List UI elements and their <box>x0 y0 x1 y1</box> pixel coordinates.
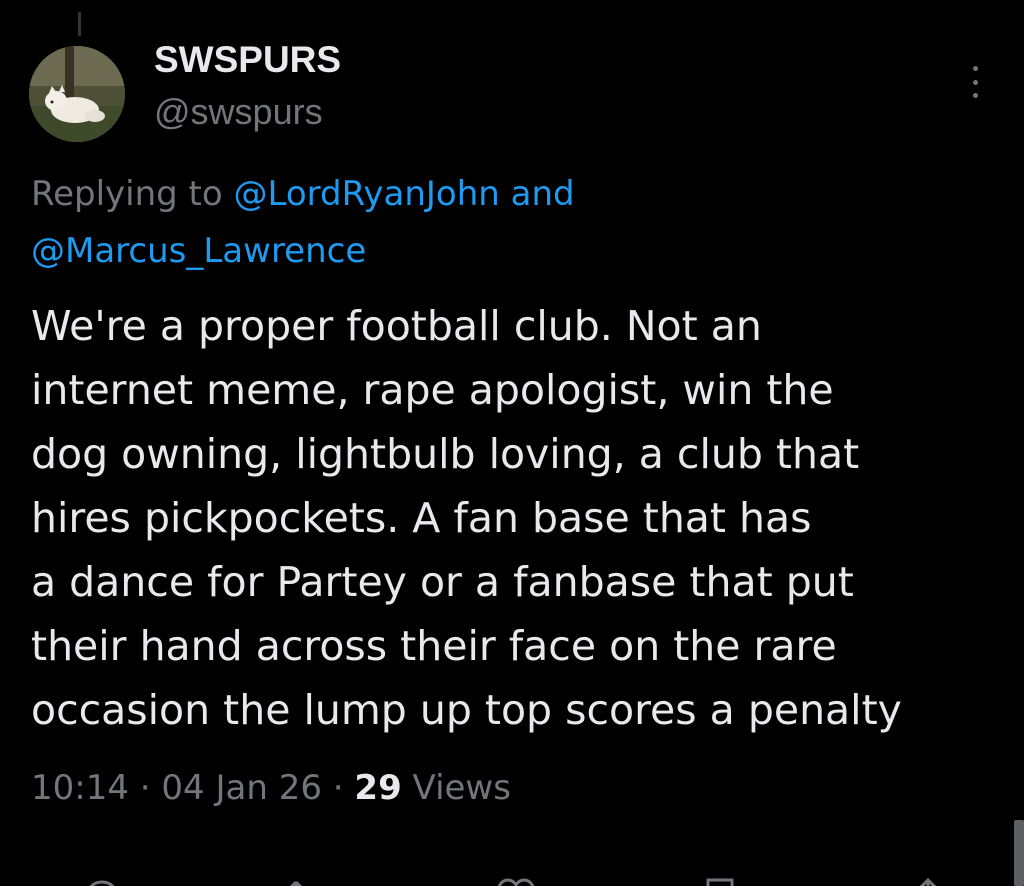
reply-icon[interactable] <box>80 874 124 886</box>
tweet-time[interactable]: 10:14 <box>31 768 129 808</box>
tweet-date[interactable]: 04 Jan 26 <box>161 768 322 808</box>
bookmark-icon[interactable] <box>698 874 742 886</box>
tweet-meta: 10:14 · 04 Jan 26 · 29 Views <box>31 762 511 814</box>
thread-connector-line <box>78 12 81 36</box>
author-display-name[interactable]: SWSPURS <box>154 38 341 82</box>
heart-icon[interactable] <box>494 874 538 886</box>
more-dot <box>972 79 978 85</box>
meta-separator: · <box>321 768 355 808</box>
avatar-photo <box>29 46 125 142</box>
retweet-icon[interactable] <box>286 874 330 886</box>
tweet-text: We're a proper football club. Not an int… <box>31 302 902 734</box>
reply-joiner: and <box>499 174 575 214</box>
action-bar <box>0 866 1024 886</box>
views-label[interactable]: Views <box>402 768 511 808</box>
more-dot <box>972 93 978 98</box>
author-handle[interactable]: @swspurs <box>154 90 323 134</box>
reply-prefix: Replying to <box>31 174 234 214</box>
reply-context: Replying to @LordRyanJohn and @Marcus_Law… <box>31 166 991 280</box>
more-vertical-icon[interactable] <box>960 66 990 98</box>
more-dot <box>972 66 978 71</box>
mention-link-marcus-lawrence[interactable]: @Marcus_Lawrence <box>31 231 366 271</box>
meta-separator: · <box>128 768 162 808</box>
avatar[interactable] <box>29 46 125 142</box>
share-icon[interactable] <box>906 874 950 886</box>
mention-link-lordryanjohn[interactable]: @LordRyanJohn <box>234 174 500 214</box>
views-count[interactable]: 29 <box>354 768 401 808</box>
